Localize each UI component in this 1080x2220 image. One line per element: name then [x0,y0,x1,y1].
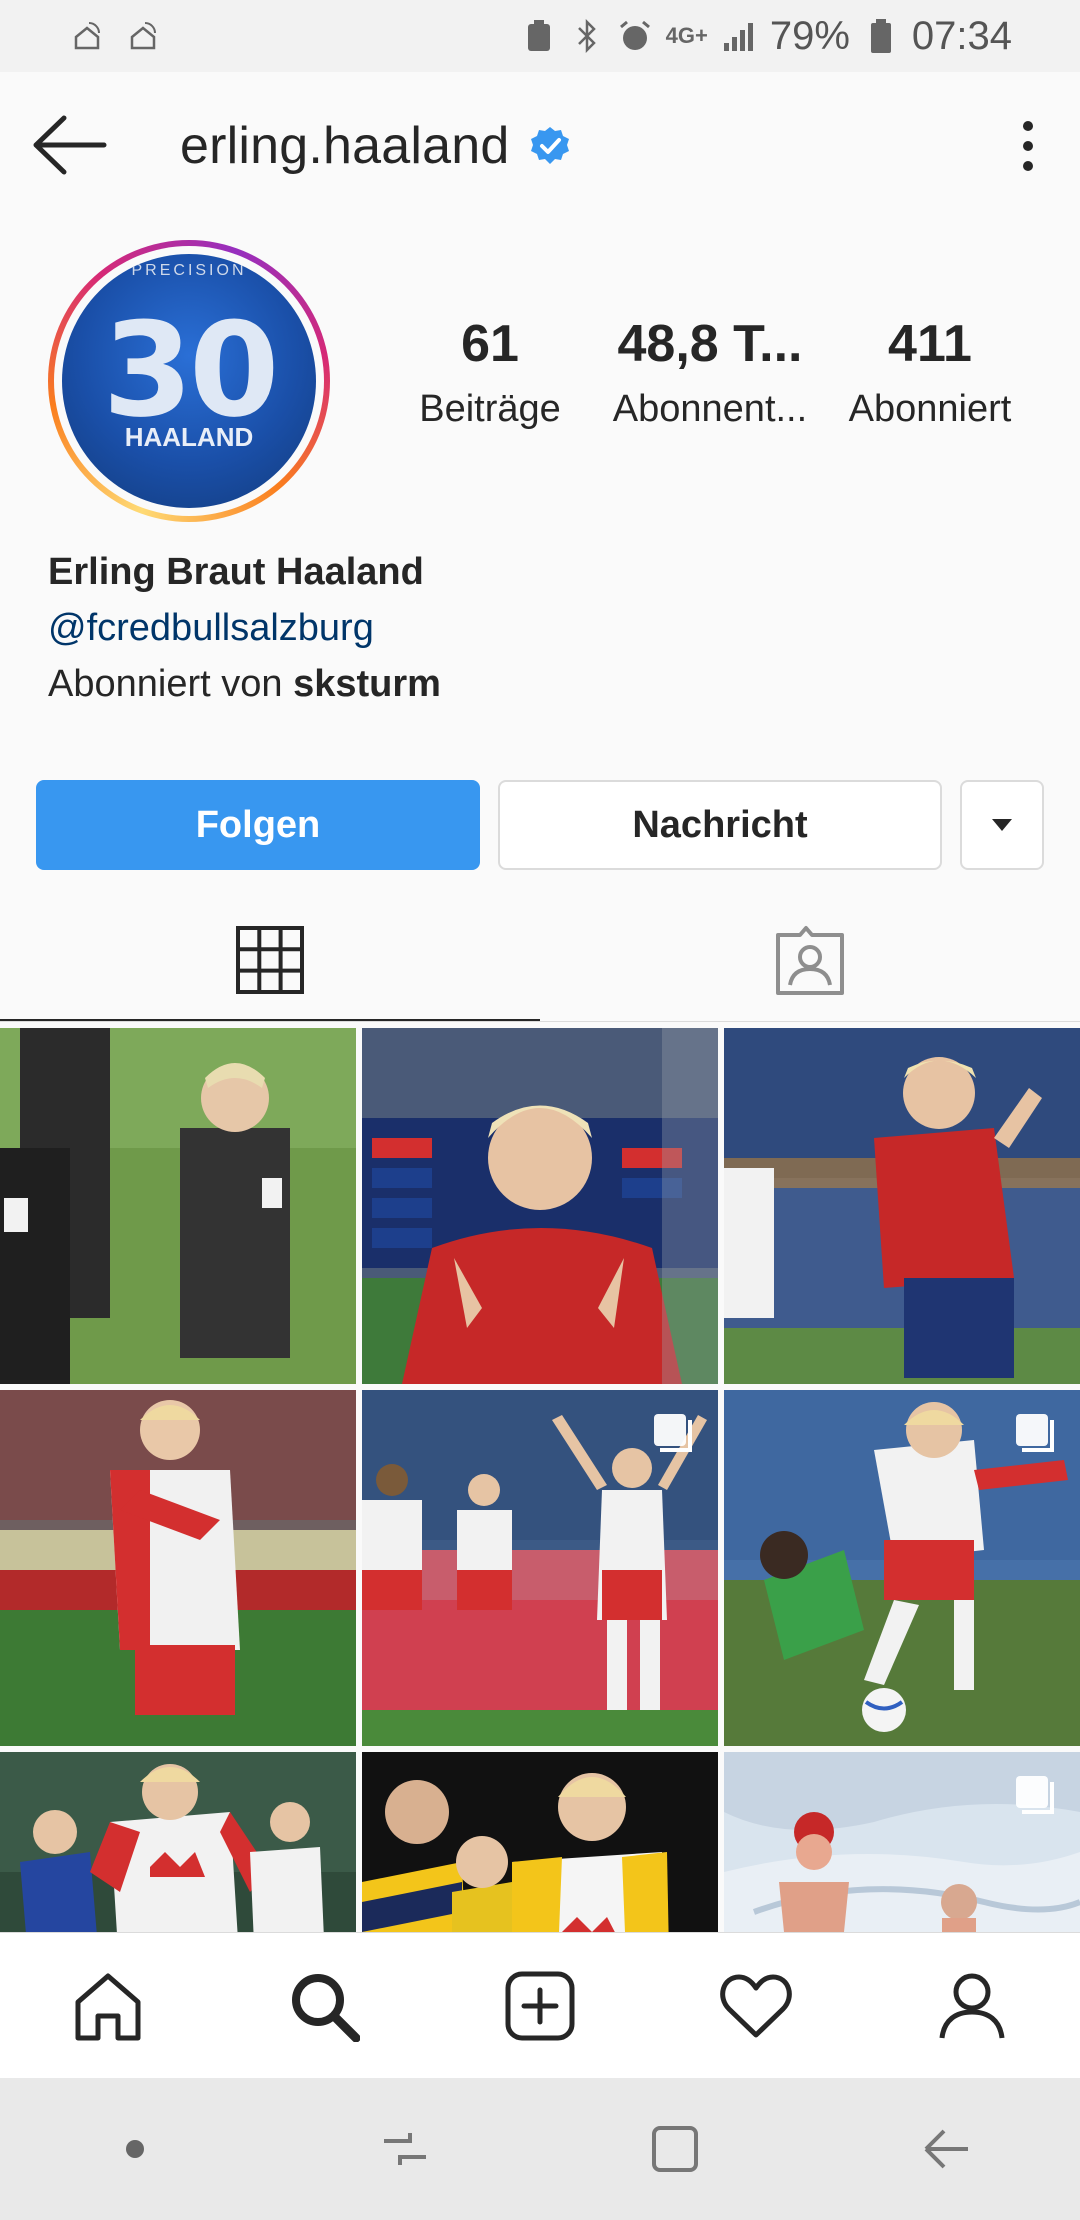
cast-home-icon [70,19,104,53]
post-thumbnail[interactable] [362,1390,718,1746]
clock: 07:34 [911,13,1012,58]
battery-saver-icon [522,19,556,53]
multiple-photos-icon [654,1414,692,1452]
cast-home-icon [126,19,160,53]
status-bar: 4G+ 79% 07:34 [0,0,1080,72]
stat-label: Abonniert [848,388,1012,430]
stat-label: Beiträge [419,388,561,430]
post-image [0,1028,356,1384]
verified-badge-icon [530,127,569,164]
network-type: 4G+ [665,23,708,48]
nav-search[interactable] [216,1933,432,2078]
bottom-navigation [0,1932,1080,2078]
suggested-dropdown-button[interactable] [960,780,1044,870]
battery-icon [864,19,898,53]
battery-percent: 79% [769,13,850,58]
back-arrow-icon [33,115,107,175]
followed-by-user: sksturm [293,663,441,705]
story-ring[interactable]: PRECISION 30 HAALAND [48,240,330,522]
grid-icon [236,925,304,994]
stat-value: 48,8 T... [617,315,803,373]
followed-by-prefix: Abonniert von [48,663,283,705]
post-image [362,1028,718,1384]
avatar: PRECISION 30 HAALAND [62,254,316,508]
tagged-icon [776,926,844,995]
profile-stats: 61 Beiträge 48,8 T... Abonnent... 411 Ab… [380,318,1040,431]
post-thumbnail[interactable] [724,1028,1080,1384]
home-square-icon [652,2126,698,2172]
stat-value: 61 [461,315,519,373]
dot-icon [126,2140,144,2158]
post-thumbnail[interactable] [724,1390,1080,1746]
followed-by[interactable]: Abonniert von sksturm [48,656,441,712]
alarm-icon [618,19,652,53]
back-button[interactable] [30,112,110,178]
stat-followers[interactable]: 48,8 T... Abonnent... [600,318,820,431]
profile-header-bar: erling.haaland [0,72,1080,218]
search-icon [292,1973,360,2042]
nav-profile[interactable] [864,1933,1080,2078]
stat-value: 411 [888,315,972,373]
stat-posts[interactable]: 61 Beiträge [380,318,600,431]
divider [0,1021,1080,1022]
nav-home[interactable] [0,1933,216,2078]
stat-label: Abonnent... [612,388,808,430]
sys-home[interactable] [540,2124,810,2174]
add-post-icon [505,1971,575,2040]
post-thumbnail[interactable] [362,1028,718,1384]
activity-heart-icon [720,1974,792,2037]
system-navigation [0,2078,1080,2220]
bluetooth-icon [570,19,604,53]
stat-following[interactable]: 411 Abonniert [820,318,1040,431]
post-image [724,1028,1080,1384]
avatar-jersey-name: HAALAND [124,422,254,452]
tab-tagged[interactable] [540,900,1080,1022]
more-vertical-icon [1023,121,1033,171]
profile-icon [939,1973,1005,2038]
sys-back[interactable] [810,2127,1080,2171]
recent-apps-icon [384,2133,426,2165]
username-text: erling.haaland [180,117,510,175]
nav-activity[interactable] [648,1933,864,2078]
more-options-button[interactable] [1016,114,1040,178]
sys-recent-apps[interactable] [270,2129,540,2169]
multiple-photos-icon [1016,1776,1054,1814]
message-button[interactable]: Nachricht [498,780,942,870]
home-icon [75,1973,141,2040]
bio-mention-link[interactable]: @fcredbullsalzburg [48,600,441,656]
sys-nav-dot[interactable] [0,2139,270,2159]
back-arrow-icon [924,2129,968,2169]
signal-icon [722,19,756,53]
profile-username: erling.haaland [180,116,570,176]
post-image [0,1390,356,1746]
full-name: Erling Braut Haaland [48,551,424,593]
profile-tabs [0,900,1080,1022]
nav-new-post[interactable] [432,1933,648,2078]
multiple-photos-icon [1016,1414,1054,1452]
follow-button[interactable]: Folgen [36,780,480,870]
profile-bio: Erling Braut Haaland @fcredbullsalzburg … [48,544,441,712]
caret-down-icon [992,819,1012,831]
post-thumbnail[interactable] [0,1028,356,1384]
post-thumbnail[interactable] [0,1390,356,1746]
tab-posts-grid[interactable] [0,900,540,1022]
